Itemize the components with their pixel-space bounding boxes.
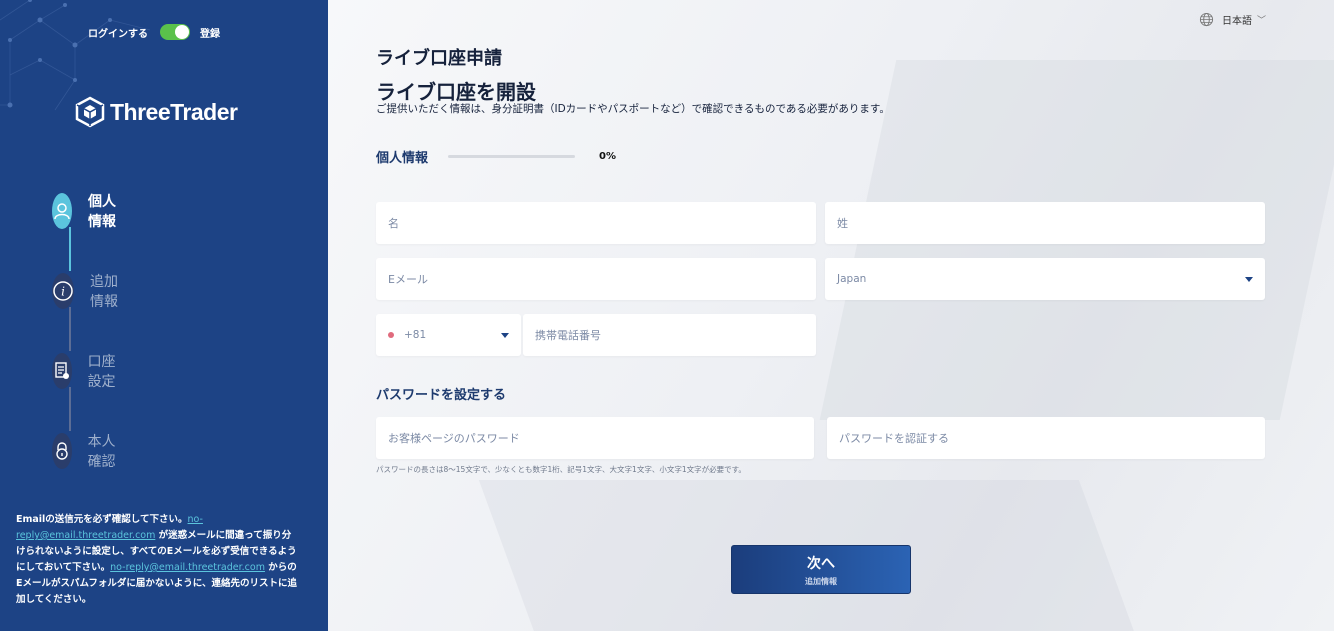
mobile-field[interactable]	[523, 314, 816, 356]
caret-down-icon	[1245, 277, 1253, 282]
page-title: ライブ口座申請	[376, 48, 502, 69]
register-label[interactable]: 登録	[200, 25, 220, 40]
last-name-field[interactable]	[825, 202, 1265, 244]
progress-section: 個人情報 0%	[376, 147, 616, 166]
svg-text:i: i	[61, 285, 65, 299]
logo-cube-icon	[75, 96, 105, 128]
last-name-input[interactable]	[825, 202, 1265, 244]
password-section-title: パスワードを設定する	[376, 388, 507, 403]
next-button[interactable]: 次へ 追加情報	[731, 545, 911, 594]
email-notice: Emailの送信元を必ず確認して下さい。 no-reply@email.three…	[16, 512, 300, 608]
phone-code-select[interactable]: +81	[376, 314, 521, 356]
first-name-field[interactable]	[376, 202, 816, 244]
login-register-toggle-row: ログインする 登録	[88, 24, 220, 40]
notice-email-link[interactable]: no-reply@email.threetrader.com	[110, 562, 265, 573]
japan-flag-icon	[388, 332, 394, 338]
phone-code-value: +81	[404, 329, 427, 341]
next-button-label: 次へ	[807, 555, 835, 572]
step-connector	[69, 387, 71, 431]
notice-text: Emailの送信元を必ず確認して下さい。	[16, 514, 188, 525]
login-register-toggle[interactable]	[160, 24, 190, 40]
step-connector	[69, 227, 71, 271]
next-button-sublabel: 追加情報	[805, 576, 837, 586]
password-field[interactable]	[376, 417, 814, 459]
section-title: 個人情報	[376, 151, 429, 166]
email-field[interactable]	[376, 258, 816, 300]
country-select[interactable]: Japan	[825, 258, 1265, 300]
globe-icon	[1199, 12, 1214, 27]
threetrader-logo: ThreeTrader	[74, 96, 238, 128]
lock-icon	[52, 433, 72, 469]
email-input[interactable]	[376, 258, 816, 300]
first-name-input[interactable]	[376, 202, 816, 244]
progress-bar	[448, 155, 576, 158]
main-content: 日本語 ﹀ ライブ口座申請 ライブ口座を開設 ご提供いただく情報は、身分証明書（…	[328, 0, 1334, 631]
progress-percent: 0%	[599, 151, 616, 162]
sidebar: ログインする 登録 ThreeTrader 個人情報 i 追加情報 口座設定 本…	[0, 0, 328, 631]
info-icon: i	[52, 273, 74, 309]
caret-down-icon	[501, 333, 509, 338]
step-personal-info[interactable]: 個人情報	[52, 191, 118, 231]
language-selector[interactable]: 日本語 ﹀	[1199, 12, 1266, 27]
step-account-settings[interactable]: 口座設定	[52, 351, 118, 391]
step-additional-info[interactable]: i 追加情報	[52, 271, 118, 311]
password-hint: パスワードの長さは8～15文字で、少なくとも数字1桁、記号1文字、大文字1文字、…	[376, 465, 746, 474]
logo-text: ThreeTrader	[110, 98, 238, 125]
password-input[interactable]	[376, 417, 814, 459]
mobile-input[interactable]	[523, 314, 816, 356]
document-icon	[52, 353, 72, 389]
user-icon	[52, 193, 72, 229]
confirm-password-input[interactable]	[827, 417, 1265, 459]
confirm-password-field[interactable]	[827, 417, 1265, 459]
step-label: 追加情報	[90, 274, 118, 310]
step-label: 口座設定	[87, 354, 116, 390]
login-label[interactable]: ログインする	[88, 25, 148, 40]
language-label: 日本語	[1221, 16, 1252, 27]
step-label: 個人情報	[88, 194, 116, 230]
chevron-down-icon: ﹀	[1256, 16, 1266, 26]
step-label: 本人確認	[87, 434, 116, 470]
toggle-knob	[175, 25, 189, 39]
country-value: Japan	[837, 273, 867, 285]
page-subtitle: ご提供いただく情報は、身分証明書（IDカードやパスポートなど）で確認できるもので…	[376, 103, 890, 115]
step-identity-verification[interactable]: 本人確認	[52, 431, 118, 471]
step-connector	[69, 307, 71, 351]
